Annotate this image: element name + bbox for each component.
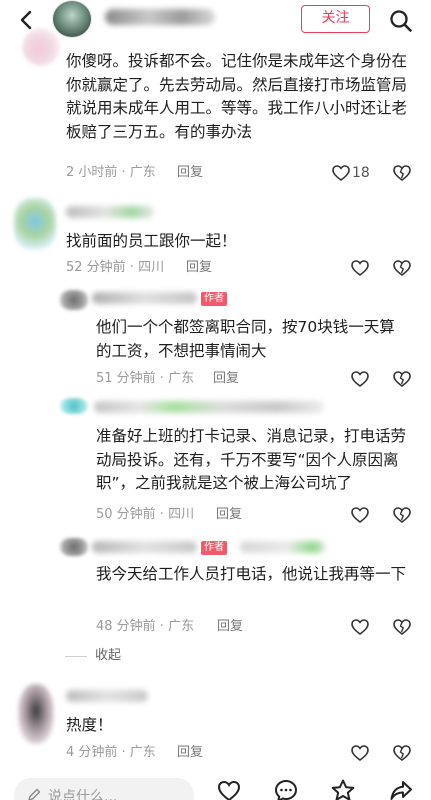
reply-button[interactable]: 回复	[217, 618, 243, 636]
comment-input-placeholder: 说点什么...	[48, 789, 118, 800]
commenter-avatar[interactable]	[18, 684, 54, 744]
heart-icon[interactable]	[350, 617, 370, 637]
dislike-heart-icon[interactable]	[392, 617, 412, 637]
collapse-divider	[65, 656, 87, 657]
comment-text: 你傻呀。投诉都不会。记住你是未成年这个身份在你就赢定了。先去劳动局。然后直接打市…	[66, 52, 408, 141]
dislike-heart-icon[interactable]	[392, 369, 412, 389]
comment-text: 我今天给工作人员打电话，他说让我再等一下	[96, 565, 407, 583]
heart-icon[interactable]	[350, 258, 370, 278]
comment-text: 热度！	[66, 716, 113, 734]
heart-icon[interactable]	[350, 743, 370, 763]
comment-meta: 48 分钟前 · 广东	[96, 619, 195, 634]
reply-button[interactable]: 回复	[177, 744, 203, 762]
top-nav-bar: 关注	[0, 0, 431, 40]
author-avatar[interactable]	[52, 0, 92, 38]
author-badge: 作者	[201, 541, 227, 555]
commenter-avatar[interactable]	[22, 28, 60, 66]
comment-input[interactable]: 说点什么...	[14, 778, 194, 800]
back-arrow-icon[interactable]	[16, 9, 38, 31]
reply-target-blurred	[240, 541, 326, 553]
author-badge: 作者	[201, 292, 227, 306]
star-icon[interactable]	[330, 778, 356, 800]
dislike-heart-icon[interactable]	[392, 258, 412, 278]
collapse-replies-button[interactable]: 收起	[95, 647, 121, 665]
search-icon[interactable]	[389, 9, 413, 33]
share-icon[interactable]	[388, 778, 414, 800]
reply-button[interactable]: 回复	[216, 506, 242, 524]
comment-meta: 50 分钟前 · 四川	[96, 507, 195, 522]
comment-meta: 52 分钟前 · 四川	[66, 260, 165, 275]
follow-button[interactable]: 关注	[301, 5, 370, 33]
reply-button[interactable]: 回复	[186, 259, 212, 277]
commenter-avatar[interactable]	[60, 398, 88, 414]
like-count: 18	[352, 165, 370, 181]
dislike-heart-icon[interactable]	[392, 505, 412, 525]
heart-icon[interactable]	[216, 778, 242, 800]
author-name-blurred	[105, 9, 215, 25]
commenter-avatar[interactable]	[60, 538, 88, 556]
heart-icon[interactable]	[331, 163, 351, 183]
bottom-action-bar: 说点什么...	[0, 770, 431, 800]
commenter-avatar[interactable]	[14, 198, 56, 250]
dislike-heart-icon[interactable]	[392, 163, 412, 183]
commenter-name-blurred	[92, 292, 197, 304]
commenter-name-blurred	[66, 690, 148, 702]
commenter-name-blurred	[92, 541, 197, 553]
comment-text: 准备好上班的打卡记录、消息记录，打电话劳动局投诉。还有，千万不要写“因个人原因离…	[96, 427, 407, 492]
reply-button[interactable]: 回复	[177, 164, 203, 182]
heart-icon[interactable]	[350, 369, 370, 389]
reply-button[interactable]: 回复	[213, 370, 239, 388]
comment-icon[interactable]	[273, 778, 299, 800]
comment-meta: 4 分钟前 · 广东	[66, 745, 156, 760]
comment-text: 找前面的员工跟你一起！	[66, 232, 237, 250]
heart-icon[interactable]	[350, 505, 370, 525]
comment-text: 他们一个个都签离职合同，按70块钱一天算的工资，不想把事情闹大	[96, 318, 395, 360]
dislike-heart-icon[interactable]	[392, 743, 412, 763]
comment-meta: 51 分钟前 · 广东	[96, 371, 195, 386]
commenter-name-blurred	[66, 206, 154, 218]
commenter-name-blurred	[94, 401, 324, 413]
commenter-avatar[interactable]	[60, 290, 88, 310]
pen-icon	[28, 788, 41, 800]
comment-meta: 2 小时前 · 广东	[66, 165, 156, 180]
